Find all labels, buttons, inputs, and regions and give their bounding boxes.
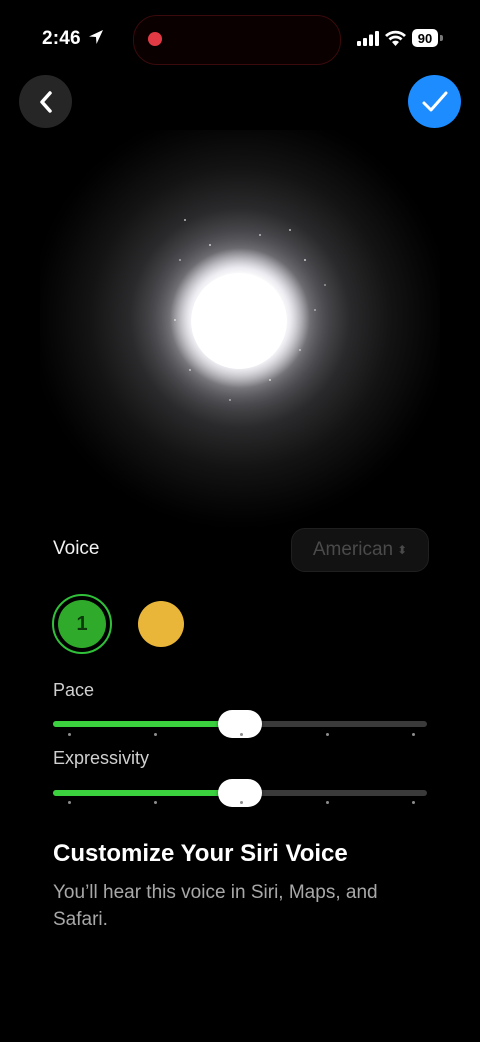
expressivity-tick [68, 801, 71, 804]
battery-level: 90 [417, 30, 433, 46]
expressivity-fill [53, 790, 240, 796]
checkmark-icon [422, 91, 447, 111]
battery-nub [440, 35, 443, 41]
voice-option-1[interactable]: 1 [58, 600, 106, 648]
voice-option-2[interactable] [138, 601, 184, 647]
accent-value: American [312, 539, 394, 560]
expressivity-label: Expressivity [53, 748, 150, 768]
location-arrow-icon [89, 30, 103, 44]
back-button[interactable] [19, 75, 72, 128]
page-title: Customize Your Siri Voice [53, 840, 348, 867]
dynamic-island [133, 15, 341, 65]
pace-label: Pace [53, 680, 95, 700]
pace-tick [326, 733, 329, 736]
wifi-icon [385, 30, 406, 46]
signal-icon [357, 31, 379, 46]
orb-core [191, 273, 287, 369]
chevron-left-icon [39, 90, 52, 113]
expressivity-tick [240, 801, 243, 804]
expressivity-tick [154, 801, 157, 804]
recording-dot-icon [148, 32, 162, 46]
accent-dropdown[interactable]: American ⬍ [291, 528, 429, 572]
pace-tick [240, 733, 243, 736]
pace-tick [68, 733, 71, 736]
expressivity-tick [326, 801, 329, 804]
pace-tick [154, 733, 157, 736]
done-button[interactable] [408, 75, 461, 128]
voice-label: Voice [53, 538, 100, 559]
pace-tick [412, 733, 415, 736]
page-description: You’ll hear this voice in Siri, Maps, an… [53, 882, 378, 930]
expressivity-tick [412, 801, 415, 804]
battery-icon: 90 [412, 29, 438, 47]
voice-option-1-label: 1 [76, 612, 88, 635]
pace-fill [53, 721, 240, 727]
chevron-up-down-icon: ⬍ [397, 543, 408, 557]
status-time: 2:46 [42, 28, 81, 49]
